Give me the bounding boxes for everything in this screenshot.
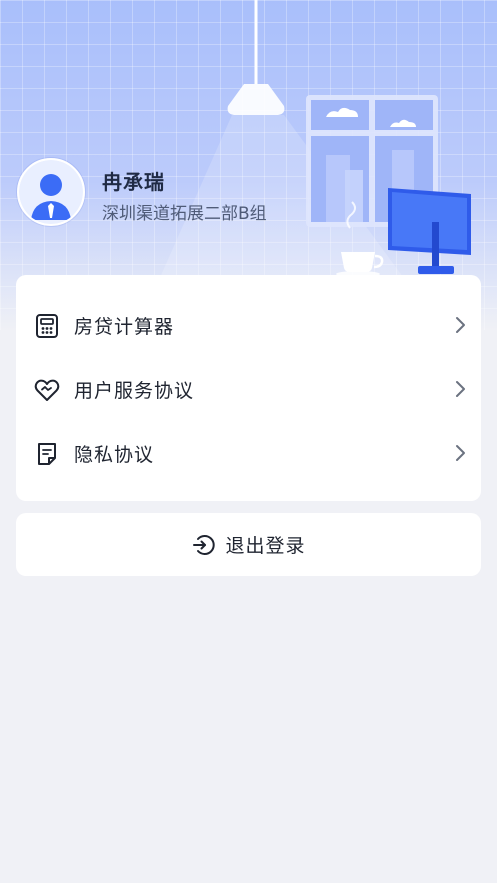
chevron-right-icon	[456, 381, 465, 397]
menu-item-label: 用户服务协议	[74, 380, 195, 402]
user-name: 冉承瑞	[102, 170, 165, 194]
calculator-icon	[36, 314, 58, 338]
logout-icon	[193, 534, 216, 555]
monitor-icon	[388, 188, 471, 274]
document-icon	[38, 443, 56, 465]
menu-item-privacy-policy[interactable]: 隐私协议	[16, 423, 481, 483]
chevron-right-icon	[456, 317, 465, 333]
avatar[interactable]	[17, 158, 85, 226]
menu-item-label: 房贷计算器	[74, 316, 175, 338]
lamp-icon	[227, 84, 285, 115]
menu-item-mortgage-calculator[interactable]: 房贷计算器	[16, 295, 481, 355]
user-avatar-icon	[19, 160, 83, 224]
logout-button-content: 退出登录	[16, 513, 481, 576]
logout-button[interactable]: 退出登录	[16, 513, 481, 576]
user-department: 深圳渠道拓展二部B组	[102, 204, 267, 224]
chevron-right-icon	[456, 445, 465, 461]
menu-card: 房贷计算器 用户服务协议 隐私协议	[16, 275, 481, 501]
menu-item-user-service-agreement[interactable]: 用户服务协议	[16, 359, 481, 419]
logout-label: 退出登录	[225, 535, 306, 557]
heart-handshake-icon	[34, 379, 60, 401]
menu-item-label: 隐私协议	[74, 444, 155, 466]
